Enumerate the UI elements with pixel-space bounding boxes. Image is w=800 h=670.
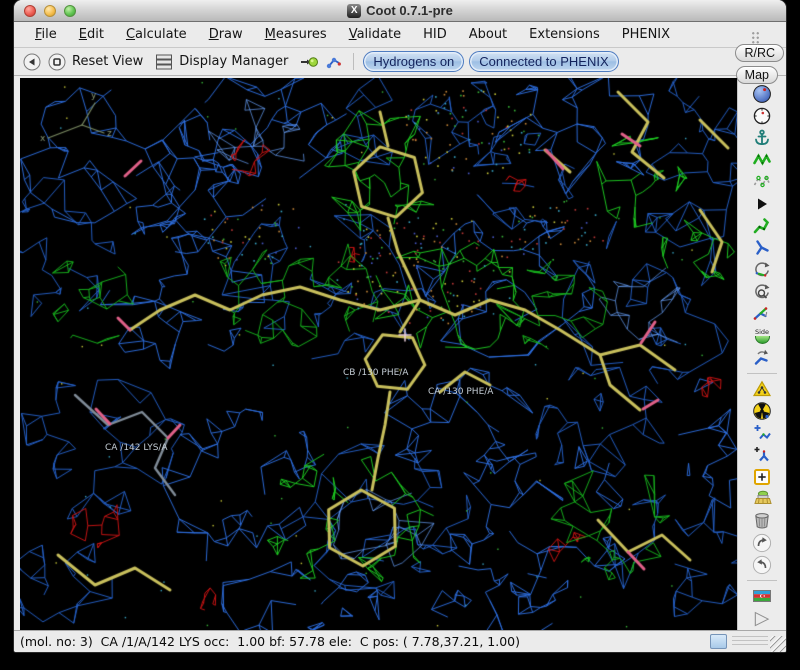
go-to-atom-button[interactable] [299, 52, 319, 72]
flip-peptide-icon[interactable] [752, 304, 772, 324]
close-button[interactable] [24, 5, 36, 17]
title-bar[interactable]: X Coot 0.7.1-pre [14, 0, 786, 22]
main-content: CB /130 PHE/A CA /130 PHE/A CA /142 LYS/… [14, 76, 786, 630]
phenix-connection-button[interactable]: Connected to PHENIX [469, 51, 618, 72]
x11-icon: X [347, 4, 361, 18]
menu-draw[interactable]: Draw [198, 24, 254, 45]
clear-pending-icon[interactable] [752, 489, 772, 509]
torsion-general-icon[interactable] [752, 282, 772, 302]
status-bar: (mol. no: 3) CA /1/A/142 LYS occ: 1.00 b… [14, 630, 786, 652]
add-terminal-residue-icon[interactable] [752, 423, 772, 443]
sidebar-separator [747, 580, 777, 581]
target-circle-icon [47, 52, 67, 72]
menu-edit[interactable]: Edit [68, 24, 115, 45]
auto-fit-rotamer-icon[interactable] [752, 216, 772, 236]
simple-mutate-icon[interactable] [752, 379, 772, 399]
add-alt-conf-icon[interactable] [752, 445, 772, 465]
3d-viewport[interactable]: CB /130 PHE/A CA /130 PHE/A CA /142 LYS/… [20, 78, 737, 630]
display-manager-icon [154, 52, 174, 72]
status-text: (mol. no: 3) CA /1/A/142 LYS occ: 1.00 b… [14, 634, 710, 649]
anchor-icon[interactable] [752, 128, 772, 148]
side-chain-label: Side [755, 329, 769, 336]
real-space-refine-icon[interactable] [752, 150, 772, 170]
display-manager-label[interactable]: Display Manager [179, 54, 288, 69]
coot-window: X Coot 0.7.1-pre File Edit Calculate Dra… [14, 0, 786, 652]
atom-label: CA /130 PHE/A [428, 387, 493, 397]
status-grip-lines [732, 636, 768, 647]
modelling-toolbar: Side [737, 78, 786, 630]
recenter-clock-icon[interactable] [752, 106, 772, 126]
menu-phenix[interactable]: PHENIX [611, 24, 681, 45]
reset-view-label[interactable]: Reset View [72, 54, 143, 69]
traffic-lights [24, 5, 76, 17]
rrc-button[interactable]: R/RC [735, 44, 784, 62]
jed-flip-icon[interactable] [752, 348, 772, 368]
side-chain-180-icon[interactable]: Side [752, 326, 772, 346]
hydrogens-toggle-button[interactable]: Hydrogens on [363, 51, 464, 72]
edit-chi-angles-icon[interactable] [752, 260, 772, 280]
status-slider[interactable] [710, 634, 727, 649]
place-atom-icon[interactable] [752, 467, 772, 487]
expand-toolbar-button[interactable]: ▷ [755, 608, 770, 628]
delete-item-icon[interactable] [752, 511, 772, 531]
mutate-autofit-icon[interactable] [752, 401, 772, 421]
go-to-ball-icon [299, 52, 319, 72]
undo-icon[interactable] [752, 533, 772, 553]
undo-view-button[interactable] [22, 52, 42, 72]
menu-hid[interactable]: HID [412, 24, 458, 45]
minimize-button[interactable] [44, 5, 56, 17]
tool-bar: Reset View Display Manager H [14, 48, 786, 76]
sidebar-separator [747, 373, 777, 374]
globe-sphere-icon[interactable] [752, 84, 772, 104]
window-title: X Coot 0.7.1-pre [347, 3, 453, 18]
atom-label: CA /142 LYS/A [105, 443, 168, 453]
atom-label: CB /130 PHE/A [343, 368, 408, 378]
display-manager-button[interactable] [154, 52, 174, 72]
menu-file[interactable]: File [24, 24, 68, 45]
3d-view-canvas[interactable] [20, 78, 737, 630]
zoom-button[interactable] [64, 5, 76, 17]
green-half-disc [755, 336, 770, 344]
window-title-text: Coot 0.7.1-pre [366, 3, 453, 18]
redo-icon[interactable] [752, 555, 772, 575]
menu-measures[interactable]: Measures [254, 24, 338, 45]
reset-view-button[interactable] [47, 52, 67, 72]
resize-grip[interactable] [770, 636, 786, 652]
play-pointer-icon[interactable] [752, 194, 772, 214]
toolbar-drag-handle[interactable] [751, 31, 760, 44]
menu-about[interactable]: About [458, 24, 518, 45]
toolbar-separator [353, 53, 354, 70]
menu-extensions[interactable]: Extensions [518, 24, 611, 45]
molecule-icon [324, 52, 344, 72]
menu-calculate[interactable]: Calculate [115, 24, 198, 45]
back-circle-icon [22, 52, 42, 72]
rotamers-icon[interactable] [752, 238, 772, 258]
map-button[interactable]: Map [736, 66, 778, 84]
menu-bar: File Edit Calculate Draw Measures Valida… [14, 22, 786, 48]
menu-validate[interactable]: Validate [338, 24, 412, 45]
atom-info-button[interactable] [324, 52, 344, 72]
regularize-icon[interactable] [752, 172, 772, 192]
flag-icon[interactable] [752, 586, 772, 606]
